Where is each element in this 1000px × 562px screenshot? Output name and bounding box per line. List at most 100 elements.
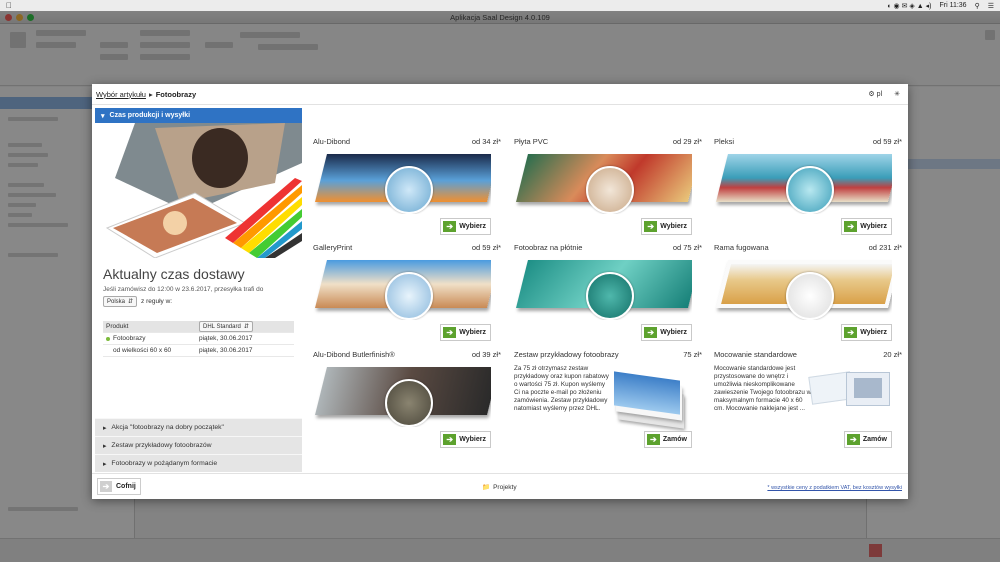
- product-image: [313, 258, 491, 320]
- select-button-frame[interactable]: ➔ Wybierz: [841, 324, 892, 341]
- caret-right-icon: ▸: [103, 460, 107, 468]
- product-name: Mocowanie standardowe: [714, 350, 797, 359]
- hero-image: [95, 123, 302, 258]
- product-card-sample-set: Zestaw przykładowy fotoobrazy 75 zł* Za 7…: [514, 350, 702, 450]
- select-button-pvc[interactable]: ➔ Wybierz: [641, 218, 692, 235]
- breadcrumb-separator-icon: ▸: [148, 89, 153, 99]
- product-price: od 231 zł*: [868, 243, 902, 252]
- select-arrows-icon: ⇵: [128, 299, 134, 305]
- select-button-pleksi[interactable]: ➔ Wybierz: [841, 218, 892, 235]
- product-name: Pleksi: [714, 137, 735, 146]
- product-name: Zestaw przykładowy fotoobrazy: [514, 350, 619, 359]
- product-card-galleryprint: GalleryPrint od 59 zł* ➔ Wybierz: [313, 243, 501, 343]
- product-card-canvas: Fotoobraz na płótnie od 75 zł* ➔ Wybierz: [514, 243, 702, 343]
- arrow-left-icon: ➔: [100, 481, 112, 492]
- arrow-right-icon: ➔: [443, 327, 457, 338]
- product-price: od 29 zł*: [672, 137, 702, 146]
- column-header-product: Produkt: [106, 323, 129, 330]
- settings-gear-icon[interactable]: ✳: [894, 90, 900, 98]
- product-image: [313, 152, 491, 214]
- menu-list-icon[interactable]: ☰: [988, 2, 994, 10]
- product-card-mounting: Mocowanie standardowe 20 zł* Mocowanie st…: [714, 350, 902, 450]
- button-label: Zamów: [862, 436, 887, 443]
- product-price: 75 zł*: [683, 350, 702, 359]
- arrow-right-icon: ➔: [644, 221, 658, 232]
- breadcrumb-current: Fotoobrazy: [155, 89, 197, 99]
- language-selector[interactable]: ⚙ pl: [868, 90, 883, 99]
- arrow-right-icon: ➔: [646, 434, 660, 445]
- delivery-info: Aktualny czas dostawy Jeśli zamówisz do …: [95, 258, 302, 418]
- select-button-butlerfinish[interactable]: ➔ Wybierz: [440, 431, 491, 448]
- select-button-canvas[interactable]: ➔ Wybierz: [641, 324, 692, 341]
- country-select[interactable]: Polska ⇵: [103, 296, 138, 307]
- row-product: Fotoobrazy: [113, 335, 146, 342]
- dialog-footer: ➔ Cofnij 📁 Projekty * wszystkie ceny z p…: [92, 473, 908, 499]
- breadcrumb: Wybór artykułu ▸ Fotoobrazy: [96, 90, 196, 99]
- arrow-right-icon: ➔: [443, 221, 457, 232]
- search-icon[interactable]: ⚲: [975, 2, 980, 10]
- shipping-method-select[interactable]: DHL Standard ⇵: [199, 321, 253, 332]
- folder-icon: 📁: [482, 484, 491, 491]
- button-label: Wybierz: [459, 223, 486, 230]
- product-price: od 59 zł*: [872, 137, 902, 146]
- table-row: od wielkości 60 x 60 piątek, 30.06.2017: [103, 345, 294, 357]
- shipping-method-value: DHL Standard: [203, 323, 241, 330]
- projects-label: Projekty: [493, 483, 517, 491]
- product-card-pleksi: Pleksi od 59 zł* ➔ Wybierz: [714, 137, 902, 237]
- table-row: Fotoobrazy piątek, 30.06.2017: [103, 333, 294, 345]
- app-window: Aplikacja Saal Design 4.0.109 Wybór arty…: [0, 11, 1000, 562]
- vat-note-link[interactable]: * wszystkie ceny z podatkiem VAT, bez ko…: [767, 485, 902, 491]
- status-icons: ◐ ◉ ✉ ◈ ▲ ◂): [887, 2, 932, 10]
- product-price: od 75 zł*: [672, 243, 702, 252]
- section-title: Czas produkcji i wysyłki: [109, 112, 191, 119]
- accordion-item-sample-set[interactable]: ▸ Zestaw przykładowy fotoobrazów: [95, 436, 302, 454]
- product-card-butlerfinish: Alu-Dibond Butlerfinish® od 39 zł* ➔ Wybie…: [313, 350, 501, 450]
- product-name: Fotoobraz na płótnie: [514, 243, 583, 252]
- sample-set-image: [614, 371, 686, 429]
- product-card-alu-dibond: Alu-Dibond od 34 zł* ➔ Wybierz: [313, 137, 501, 237]
- accordion-item-promo[interactable]: ▸ Akcja "fotoobrazy na dobry początek": [95, 418, 302, 436]
- delivery-text: Jeśli zamówisz do 12:00 w 23.6.2017, prz…: [103, 286, 264, 293]
- order-button-sample-set[interactable]: ➔ Zamów: [643, 431, 692, 448]
- product-image: [514, 258, 692, 320]
- accordion-label: Zestaw przykładowy fotoobrazów: [111, 442, 212, 449]
- product-image: [714, 258, 892, 320]
- back-button-label: Cofnij: [116, 483, 136, 490]
- button-label: Wybierz: [660, 329, 687, 336]
- product-description: Za 75 zł otrzymasz zestaw przykładowy or…: [514, 365, 609, 412]
- arrow-right-icon: ➔: [844, 327, 858, 338]
- breadcrumb-link-article-selection[interactable]: Wybór artykułu: [96, 90, 146, 99]
- product-price: od 39 zł*: [471, 350, 501, 359]
- accordion-item-custom-format[interactable]: ▸ Fotoobrazy w pożądanym formacie: [95, 454, 302, 472]
- section-header-production-shipping[interactable]: ▾ Czas produkcji i wysyłki: [95, 108, 302, 123]
- back-button[interactable]: ➔ Cofnij: [97, 478, 141, 495]
- row-date: piątek, 30.06.2017: [199, 335, 253, 342]
- row-product: od wielkości 60 x 60: [113, 347, 172, 354]
- language-code: pl: [876, 90, 883, 98]
- product-name: GalleryPrint: [313, 243, 353, 252]
- select-button-alu-dibond[interactable]: ➔ Wybierz: [440, 218, 491, 235]
- menu-bar:  ◐ ◉ ✉ ◈ ▲ ◂) Fri 11:36 ⚲ ☰: [0, 0, 1000, 11]
- left-panel: ▾ Czas produkcji i wysyłki Aktualny czas…: [95, 108, 302, 472]
- apple-icon[interactable]: : [6, 1, 12, 10]
- clock: Fri 11:36: [939, 2, 967, 9]
- status-dot-icon: [106, 336, 110, 341]
- product-price: 20 zł*: [883, 350, 902, 359]
- product-name: Alu-Dibond Butlerfinish®: [313, 350, 395, 359]
- button-label: Wybierz: [660, 223, 687, 230]
- mounting-image: [808, 370, 892, 414]
- country-value: Polska: [107, 298, 126, 305]
- article-selection-dialog: Wybór artykułu ▸ Fotoobrazy ⚙ pl ✳ ▾ Cza…: [92, 84, 908, 499]
- globe-icon: ⚙: [868, 91, 875, 98]
- delivery-title: Aktualny czas dostawy: [103, 266, 245, 282]
- arrow-right-icon: ➔: [846, 434, 860, 445]
- product-card-pvc: Płyta PVC od 29 zł* ➔ Wybierz: [514, 137, 702, 237]
- select-button-galleryprint[interactable]: ➔ Wybierz: [440, 324, 491, 341]
- button-label: Wybierz: [459, 436, 486, 443]
- accordion-label: Fotoobrazy w pożądanym formacie: [111, 460, 218, 467]
- projects-link[interactable]: 📁 Projekty: [482, 483, 517, 492]
- dialog-header: Wybór artykułu ▸ Fotoobrazy ⚙ pl ✳: [92, 84, 908, 105]
- order-button-mounting[interactable]: ➔ Zamów: [843, 431, 892, 448]
- product-image: [714, 152, 892, 214]
- product-price: od 59 zł*: [471, 243, 501, 252]
